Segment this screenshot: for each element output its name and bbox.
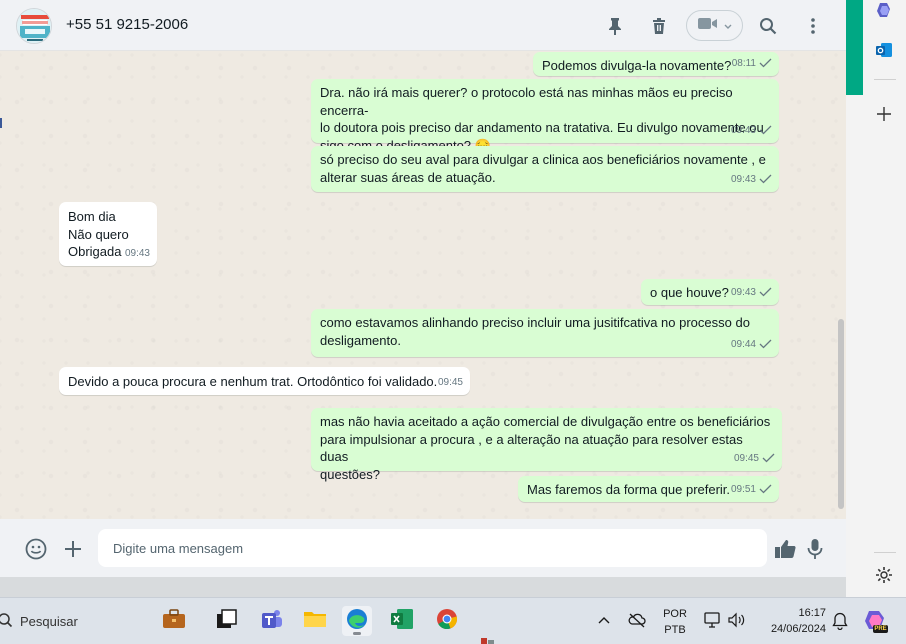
taskbar-app-task-view[interactable] [212, 606, 242, 636]
browser-sidebar [846, 0, 906, 597]
message-list[interactable]: Podemos divulga-la novamente? 08:11 Dra.… [0, 51, 846, 519]
message-text: Dra. não irá mais querer? o protocolo es… [320, 85, 764, 153]
add-icon[interactable] [874, 104, 894, 124]
whatsapp-green-strip [846, 0, 863, 95]
outlook-icon[interactable] [874, 40, 894, 60]
message-outgoing[interactable]: Dra. não irá mais querer? o protocolo es… [311, 79, 779, 153]
task-view-icon [216, 608, 238, 634]
message-outgoing[interactable]: como estavamos alinhando preciso incluir… [311, 309, 779, 357]
whatsapp-chat-window: +55 51 9215-2006 Podemos divulga-la nova… [0, 0, 846, 597]
copilot-preview-badge: PRE [874, 626, 887, 632]
message-time: 08:11 [731, 57, 756, 69]
taskbar-search-label[interactable]: Pesquisar [20, 614, 78, 629]
search-icon[interactable] [0, 612, 16, 630]
microphone-icon[interactable] [802, 536, 828, 562]
delivered-check-icon [759, 174, 772, 184]
language-indicator-bottom[interactable]: PTB [662, 624, 688, 636]
message-time: 09:43 [124, 247, 150, 259]
delivered-check-icon [759, 58, 772, 68]
menu-icon[interactable] [800, 13, 826, 39]
taskbar-app-teams[interactable] [256, 606, 286, 636]
message-text: Devido a pouca procura e nenhum trat. Or… [68, 374, 438, 389]
emoji-icon[interactable] [23, 536, 49, 562]
message-outgoing[interactable]: Podemos divulga-la novamente? 08:11 [533, 52, 779, 76]
chat-header: +55 51 9215-2006 [0, 0, 846, 51]
delivered-check-icon [762, 453, 775, 463]
active-app-indicator [353, 632, 361, 635]
message-time: 09:51 [730, 483, 756, 495]
folder-icon [303, 609, 327, 634]
message-incoming[interactable]: Devido a pouca procura e nenhum trat. Or… [59, 367, 470, 395]
message-outgoing[interactable]: o que houve? 09:43 [641, 279, 779, 305]
trash-icon[interactable] [646, 13, 672, 39]
taskbar-app-chrome[interactable] [432, 606, 462, 636]
taskbar-app-partial[interactable] [480, 634, 496, 644]
excel-icon [390, 608, 414, 635]
clock-date[interactable]: 24/06/2024 [762, 623, 826, 635]
thumbs-up-icon[interactable] [772, 536, 798, 562]
left-edge-marker [0, 118, 2, 128]
settings-gear-icon[interactable] [874, 565, 894, 585]
message-outgoing[interactable]: mas não havia aceitado a ação comercial … [311, 408, 782, 482]
edge-browser-icon [346, 608, 368, 635]
message-time: 09:43 [730, 173, 756, 185]
language-indicator-top[interactable]: POR [662, 608, 688, 620]
chrome-icon [436, 608, 458, 635]
delivered-check-icon [759, 339, 772, 349]
message-text: como estavamos alinhando preciso incluir… [320, 315, 750, 348]
taskbar-app-widget[interactable] [159, 606, 189, 636]
pin-icon[interactable] [602, 13, 628, 39]
search-icon[interactable] [755, 13, 781, 39]
windows-taskbar: Pesquisar POR PTB 16:17 24/06/2024 PRE [0, 597, 906, 644]
sidebar-divider [874, 79, 896, 80]
message-time: 09:43 [730, 286, 756, 298]
delivered-check-icon [759, 484, 772, 494]
message-time: 09:44 [730, 338, 756, 350]
network-icon[interactable] [704, 612, 722, 628]
message-outgoing[interactable]: só preciso do seu aval para divulgar a c… [311, 146, 779, 192]
show-hidden-icons-chevron-icon[interactable] [598, 614, 610, 626]
onedrive-paused-icon[interactable] [628, 612, 646, 628]
contact-avatar[interactable] [16, 8, 52, 44]
scrollbar-thumb[interactable] [838, 319, 844, 509]
chevron-down-icon [724, 17, 732, 35]
message-time: 09:45 [733, 452, 759, 464]
attach-plus-icon[interactable] [60, 536, 86, 562]
teams-icon [259, 608, 283, 635]
taskbar-app-file-explorer[interactable] [300, 606, 330, 636]
message-time: 09:43 [730, 124, 756, 136]
video-call-icon [697, 17, 718, 35]
copilot-preview-icon[interactable]: PRE [863, 608, 889, 634]
taskbar-app-excel[interactable] [387, 606, 417, 636]
briefcase-icon [162, 608, 186, 634]
message-input[interactable] [98, 529, 767, 567]
message-time: 09:45 [437, 376, 463, 388]
message-incoming[interactable]: Bom dia Não quero Obrigada 09:43 [59, 202, 157, 266]
message-text: só preciso do seu aval para divulgar a c… [320, 152, 766, 185]
volume-icon[interactable] [728, 612, 746, 628]
message-composer [0, 519, 846, 577]
contact-name[interactable]: +55 51 9215-2006 [66, 16, 188, 33]
message-text: mas não havia aceitado a ação comercial … [320, 414, 771, 482]
video-call-button[interactable] [686, 10, 743, 41]
message-scrollbar[interactable] [835, 51, 845, 519]
message-outgoing[interactable]: Mas faremos da forma que preferir. 09:51 [518, 476, 779, 502]
window-bottom-bar [0, 577, 846, 597]
copilot-icon[interactable] [874, 0, 894, 20]
notification-bell-icon[interactable] [832, 612, 848, 631]
clock-time[interactable]: 16:17 [762, 607, 826, 619]
delivered-check-icon [759, 125, 772, 135]
sidebar-divider [874, 552, 896, 553]
taskbar-app-edge[interactable] [342, 606, 372, 636]
delivered-check-icon [759, 287, 772, 297]
